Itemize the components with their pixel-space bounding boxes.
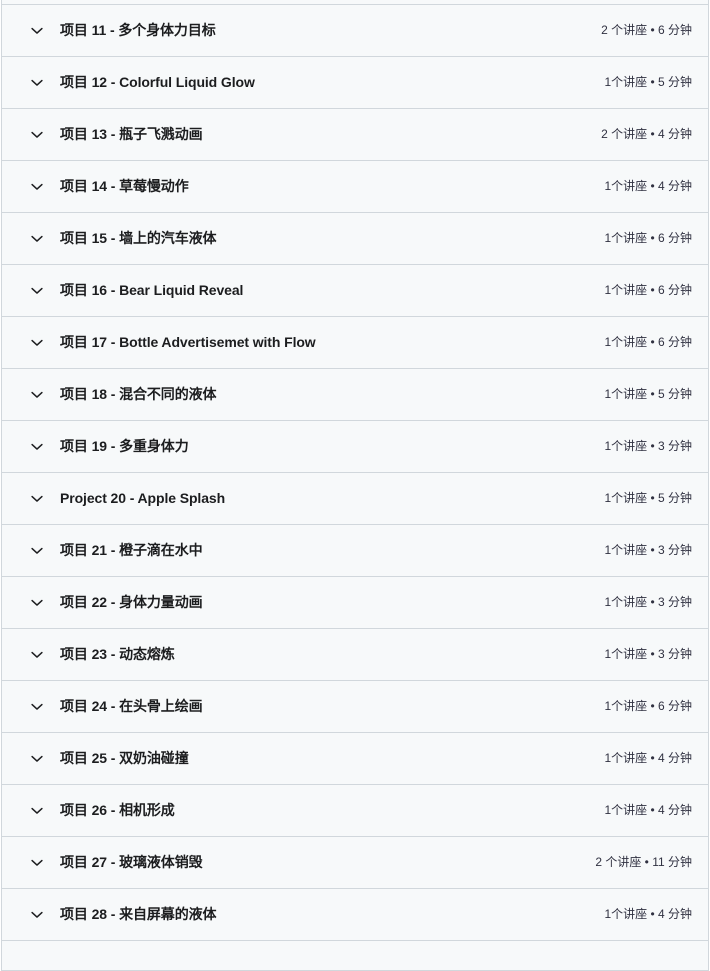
course-curriculum-list: 项目 11 - 多个身体力目标 2 个讲座 • 6 分钟 项目 12 - Col… (0, 0, 710, 971)
chevron-down-icon (30, 856, 44, 870)
section-header[interactable]: 项目 27 - 玻璃液体销毁 2 个讲座 • 11 分钟 (2, 837, 708, 888)
chevron-down-icon (30, 232, 44, 246)
chevron-down-icon (30, 700, 44, 714)
section-header[interactable]: 项目 21 - 橙子滴在水中 1个讲座 • 3 分钟 (2, 525, 708, 576)
curriculum-section: 项目 15 - 墙上的汽车液体 1个讲座 • 6 分钟 (1, 213, 709, 265)
curriculum-section: 项目 12 - Colorful Liquid Glow 1个讲座 • 5 分钟 (1, 57, 709, 109)
section-meta: 1个讲座 • 4 分钟 (604, 803, 692, 818)
chevron-down-icon (30, 544, 44, 558)
section-title: 项目 19 - 多重身体力 (60, 438, 189, 455)
curriculum-section: Project 20 - Apple Splash 1个讲座 • 5 分钟 (1, 473, 709, 525)
chevron-down-icon (30, 908, 44, 922)
section-meta: 1个讲座 • 4 分钟 (604, 907, 692, 922)
section-title: 项目 13 - 瓶子飞溅动画 (60, 126, 203, 143)
chevron-down-icon (30, 24, 44, 38)
section-title: 项目 28 - 来自屏幕的液体 (60, 906, 217, 923)
section-title: 项目 16 - Bear Liquid Reveal (60, 282, 244, 299)
chevron-down-icon (30, 440, 44, 454)
curriculum-section: 项目 25 - 双奶油碰撞 1个讲座 • 4 分钟 (1, 733, 709, 785)
curriculum-section: 项目 13 - 瓶子飞溅动画 2 个讲座 • 4 分钟 (1, 109, 709, 161)
section-header[interactable]: 项目 16 - Bear Liquid Reveal 1个讲座 • 6 分钟 (2, 265, 708, 316)
section-meta: 1个讲座 • 3 分钟 (604, 543, 692, 558)
curriculum-section: 项目 21 - 橙子滴在水中 1个讲座 • 3 分钟 (1, 525, 709, 577)
curriculum-section: 项目 14 - 草莓慢动作 1个讲座 • 4 分钟 (1, 161, 709, 213)
chevron-down-icon (30, 804, 44, 818)
section-title: 项目 21 - 橙子滴在水中 (60, 542, 203, 559)
chevron-down-icon (30, 284, 44, 298)
section-meta: 2 个讲座 • 11 分钟 (595, 855, 692, 870)
chevron-down-icon (30, 752, 44, 766)
section-header[interactable]: 项目 14 - 草莓慢动作 1个讲座 • 4 分钟 (2, 161, 708, 212)
section-meta: 1个讲座 • 5 分钟 (604, 75, 692, 90)
section-meta: 1个讲座 • 3 分钟 (604, 595, 692, 610)
section-header[interactable]: 项目 11 - 多个身体力目标 2 个讲座 • 6 分钟 (2, 5, 708, 56)
section-meta: 1个讲座 • 4 分钟 (604, 751, 692, 766)
section-header[interactable]: 项目 23 - 动态熔炼 1个讲座 • 3 分钟 (2, 629, 708, 680)
section-title: 项目 17 - Bottle Advertisemet with Flow (60, 334, 316, 351)
chevron-down-icon (30, 180, 44, 194)
chevron-down-icon (30, 128, 44, 142)
section-meta: 1个讲座 • 6 分钟 (604, 699, 692, 714)
section-meta: 1个讲座 • 6 分钟 (604, 335, 692, 350)
section-title: 项目 14 - 草莓慢动作 (60, 178, 189, 195)
section-header[interactable]: 项目 28 - 来自屏幕的液体 1个讲座 • 4 分钟 (2, 889, 708, 940)
section-title: 项目 27 - 玻璃液体销毁 (60, 854, 203, 871)
chevron-down-icon (30, 492, 44, 506)
curriculum-section: 项目 26 - 相机形成 1个讲座 • 4 分钟 (1, 785, 709, 837)
curriculum-section: 项目 23 - 动态熔炼 1个讲座 • 3 分钟 (1, 629, 709, 681)
section-header[interactable]: 项目 25 - 双奶油碰撞 1个讲座 • 4 分钟 (2, 733, 708, 784)
section-title: 项目 23 - 动态熔炼 (60, 646, 175, 663)
curriculum-section: 项目 18 - 混合不同的液体 1个讲座 • 5 分钟 (1, 369, 709, 421)
curriculum-section: 项目 28 - 来自屏幕的液体 1个讲座 • 4 分钟 (1, 889, 709, 941)
section-header[interactable]: 项目 12 - Colorful Liquid Glow 1个讲座 • 5 分钟 (2, 57, 708, 108)
section-title: 项目 12 - Colorful Liquid Glow (60, 74, 255, 91)
curriculum-section: 项目 16 - Bear Liquid Reveal 1个讲座 • 6 分钟 (1, 265, 709, 317)
section-header[interactable]: 项目 24 - 在头骨上绘画 1个讲座 • 6 分钟 (2, 681, 708, 732)
section-title: 项目 24 - 在头骨上绘画 (60, 698, 203, 715)
chevron-down-icon (30, 336, 44, 350)
section-title: 项目 15 - 墙上的汽车液体 (60, 230, 217, 247)
section-meta: 2 个讲座 • 6 分钟 (601, 23, 692, 38)
section-header[interactable]: 项目 15 - 墙上的汽车液体 1个讲座 • 6 分钟 (2, 213, 708, 264)
curriculum-section: 项目 27 - 玻璃液体销毁 2 个讲座 • 11 分钟 (1, 837, 709, 889)
section-header[interactable]: 项目 18 - 混合不同的液体 1个讲座 • 5 分钟 (2, 369, 708, 420)
next-section-sliver (1, 941, 709, 971)
chevron-down-icon (30, 388, 44, 402)
section-title: 项目 22 - 身体力量动画 (60, 594, 203, 611)
chevron-down-icon (30, 648, 44, 662)
section-title: 项目 11 - 多个身体力目标 (60, 22, 216, 39)
curriculum-section: 项目 24 - 在头骨上绘画 1个讲座 • 6 分钟 (1, 681, 709, 733)
chevron-down-icon (30, 76, 44, 90)
curriculum-section: 项目 19 - 多重身体力 1个讲座 • 3 分钟 (1, 421, 709, 473)
curriculum-section: 项目 17 - Bottle Advertisemet with Flow 1个… (1, 317, 709, 369)
section-header[interactable]: 项目 26 - 相机形成 1个讲座 • 4 分钟 (2, 785, 708, 836)
curriculum-section: 项目 11 - 多个身体力目标 2 个讲座 • 6 分钟 (1, 5, 709, 57)
section-meta: 2 个讲座 • 4 分钟 (601, 127, 692, 142)
section-meta: 1个讲座 • 3 分钟 (604, 439, 692, 454)
curriculum-section: 项目 22 - 身体力量动画 1个讲座 • 3 分钟 (1, 577, 709, 629)
section-meta: 1个讲座 • 5 分钟 (604, 387, 692, 402)
section-header[interactable]: 项目 13 - 瓶子飞溅动画 2 个讲座 • 4 分钟 (2, 109, 708, 160)
section-title: 项目 26 - 相机形成 (60, 802, 175, 819)
section-header[interactable]: 项目 17 - Bottle Advertisemet with Flow 1个… (2, 317, 708, 368)
section-title: 项目 25 - 双奶油碰撞 (60, 750, 189, 767)
section-meta: 1个讲座 • 6 分钟 (604, 283, 692, 298)
section-title: Project 20 - Apple Splash (60, 490, 226, 507)
section-header[interactable]: 项目 19 - 多重身体力 1个讲座 • 3 分钟 (2, 421, 708, 472)
section-title: 项目 18 - 混合不同的液体 (60, 386, 217, 403)
section-meta: 1个讲座 • 3 分钟 (604, 647, 692, 662)
section-meta: 1个讲座 • 6 分钟 (604, 231, 692, 246)
section-meta: 1个讲座 • 5 分钟 (604, 491, 692, 506)
chevron-down-icon (30, 596, 44, 610)
section-header[interactable]: 项目 22 - 身体力量动画 1个讲座 • 3 分钟 (2, 577, 708, 628)
section-meta: 1个讲座 • 4 分钟 (604, 179, 692, 194)
section-header[interactable]: Project 20 - Apple Splash 1个讲座 • 5 分钟 (2, 473, 708, 524)
sections-container: 项目 11 - 多个身体力目标 2 个讲座 • 6 分钟 项目 12 - Col… (0, 5, 710, 941)
